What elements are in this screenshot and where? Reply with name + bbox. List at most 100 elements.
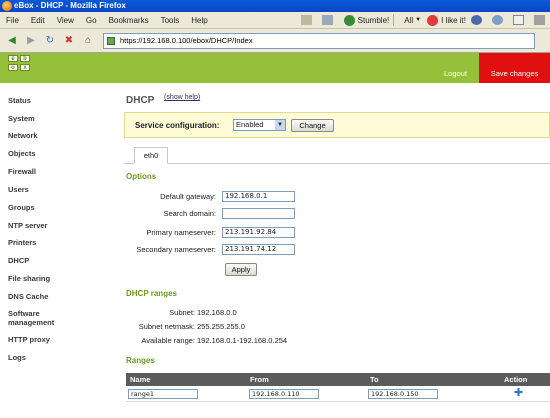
service-status-value: Enabled (236, 120, 264, 129)
tab-divider (124, 163, 550, 164)
default-gateway-label: Default gateway: (160, 192, 216, 201)
home-icon[interactable]: ⌂ (81, 34, 95, 48)
default-gateway-row: Default gateway: 192.168.0.1 (120, 191, 420, 203)
sidebar-item-objects[interactable]: Objects (8, 149, 36, 158)
toolbar-divider (393, 14, 395, 26)
sidebar-item-status[interactable]: Status (8, 96, 31, 105)
menu-view[interactable]: View (51, 16, 80, 25)
reload-icon[interactable]: ↻ (43, 34, 57, 48)
service-status-select[interactable]: Enabled ▼ (233, 119, 286, 131)
subnet-netmask-value: 255.255.255.0 (197, 322, 245, 331)
menu-help[interactable]: Help (185, 16, 213, 25)
column-action-header: Action (504, 375, 528, 384)
sidebar-item-users[interactable]: Users (8, 185, 29, 194)
stop-icon[interactable]: ✖ (62, 34, 76, 48)
window-toolbar-icon[interactable] (321, 15, 333, 25)
sidebar-item-ntp-server[interactable]: NTP server (8, 221, 47, 230)
search-domain-row: Search domain: (120, 208, 420, 220)
stumbleupon-icon (343, 14, 355, 26)
secondary-nameserver-row: Secondary nameserver: 213.191.74.12 (120, 244, 420, 256)
primary-nameserver-row: Primary nameserver: 213.191.92.84 (120, 227, 420, 239)
default-gateway-input[interactable]: 192.168.0.1 (222, 191, 295, 202)
app-header: e b o x Logout Save changes (0, 53, 550, 83)
page-content: Status System Network Objects Firewall U… (0, 83, 550, 418)
navigation-bar: ◀ ▶ ↻ ✖ ⌂ https://192.168.0.100/ebox/DHC… (0, 29, 550, 53)
ebox-logo: e b o x (8, 55, 41, 81)
apply-button[interactable]: Apply (225, 263, 257, 276)
show-help-link[interactable]: (show help) (164, 94, 200, 101)
all-dropdown[interactable]: All ▼ (404, 16, 421, 25)
change-button[interactable]: Change (291, 119, 334, 132)
window-title: eBox - DHCP - Mozilla Firefox (14, 1, 126, 10)
thumbs-down-icon[interactable] (471, 15, 482, 25)
menu-tools[interactable]: Tools (155, 16, 186, 25)
subnet-value: 192.168.0.0 (197, 308, 237, 317)
primary-nameserver-label: Primary nameserver: (146, 228, 216, 237)
url-bar[interactable]: https://192.168.0.100/ebox/DHCP/Index (103, 32, 535, 49)
sidebar: Status System Network Objects Firewall U… (0, 83, 120, 418)
secondary-nameserver-label: Secondary nameserver: (136, 245, 216, 254)
friends-icon[interactable] (492, 15, 503, 25)
stumble-button[interactable]: Stumble! (343, 14, 390, 26)
dhcp-ranges-heading: DHCP ranges (126, 289, 177, 298)
subnet-label: Subnet: (169, 308, 195, 317)
sidebar-item-software-management[interactable]: Software management (8, 309, 78, 327)
service-configuration-box: Service configuration: Enabled ▼ Change (124, 112, 550, 138)
sidebar-item-logs[interactable]: Logs (8, 353, 26, 362)
back-icon[interactable]: ◀ (5, 34, 19, 48)
url-text: https://192.168.0.100/ebox/DHCP/Index (120, 35, 253, 45)
stumble-label: Stumble! (357, 15, 390, 25)
forward-icon[interactable]: ▶ (24, 34, 38, 48)
main-panel: DHCP (show help) Service configuration: … (120, 83, 550, 418)
window-titlebar: eBox - DHCP - Mozilla Firefox (0, 0, 550, 12)
tools-icon[interactable] (534, 15, 545, 25)
logo-letter-x: x (20, 64, 30, 71)
sidebar-item-firewall[interactable]: Firewall (8, 167, 36, 176)
column-name-header: Name (130, 375, 151, 384)
available-range-row: Available range: 192.168.0.1-192.168.0.2… (120, 336, 420, 347)
chevron-down-icon: ▼ (415, 17, 422, 23)
save-changes-button[interactable]: Save changes (479, 53, 550, 83)
range-from-input[interactable]: 192.168.0.110 (249, 389, 319, 399)
menu-bookmarks[interactable]: Bookmarks (103, 16, 155, 25)
home-toolbar-icon[interactable] (300, 15, 312, 25)
sidebar-item-network[interactable]: Network (8, 131, 38, 140)
menu-file[interactable]: File (0, 16, 25, 25)
subnet-netmask-row: Subnet netmask: 255.255.255.0 (120, 322, 420, 333)
primary-nameserver-input[interactable]: 213.191.92.84 (222, 227, 295, 238)
menu-go[interactable]: Go (80, 16, 103, 25)
logout-link[interactable]: Logout (432, 53, 479, 83)
sidebar-item-file-sharing[interactable]: File sharing (8, 274, 50, 283)
add-row-icon[interactable]: ✚ (513, 388, 524, 399)
column-to-header: To (370, 375, 379, 384)
available-range-value: 192.168.0.1-192.168.0.254 (197, 336, 288, 345)
page-title: DHCP (126, 95, 155, 106)
thumbs-up-icon (427, 14, 439, 26)
range-name-input[interactable]: range1 (128, 389, 198, 399)
menu-edit[interactable]: Edit (25, 16, 51, 25)
table-row: range1 192.168.0.110 192.168.0.150 ✚ (126, 386, 550, 402)
page-icon (107, 36, 115, 45)
ranges-table-header: Name From To Action (126, 373, 550, 386)
subnet-row: Subnet: 192.168.0.0 (120, 308, 420, 319)
logo-letter-o: o (8, 64, 18, 71)
search-domain-label: Search domain: (163, 209, 216, 218)
like-button[interactable]: I like it! (427, 14, 466, 26)
sidebar-item-system[interactable]: System (8, 114, 35, 123)
sidebar-item-dns-cache[interactable]: DNS Cache (8, 292, 48, 301)
sidebar-item-groups[interactable]: Groups (8, 203, 35, 212)
chat-icon[interactable] (513, 15, 524, 25)
firefox-icon (2, 1, 12, 11)
secondary-nameserver-input[interactable]: 213.191.74.12 (222, 244, 295, 255)
logo-letter-e: e (8, 55, 18, 62)
column-from-header: From (250, 375, 269, 384)
sidebar-item-http-proxy[interactable]: HTTP proxy (8, 335, 50, 344)
search-domain-input[interactable] (222, 208, 295, 219)
all-label: All (404, 15, 414, 25)
tab-eth0[interactable]: eth0 (134, 147, 168, 164)
range-to-input[interactable]: 192.168.0.150 (368, 389, 438, 399)
logo-letter-b: b (20, 55, 30, 62)
subnet-netmask-label: Subnet netmask: (138, 322, 195, 331)
sidebar-item-printers[interactable]: Printers (8, 238, 36, 247)
sidebar-item-dhcp[interactable]: DHCP (8, 256, 29, 265)
